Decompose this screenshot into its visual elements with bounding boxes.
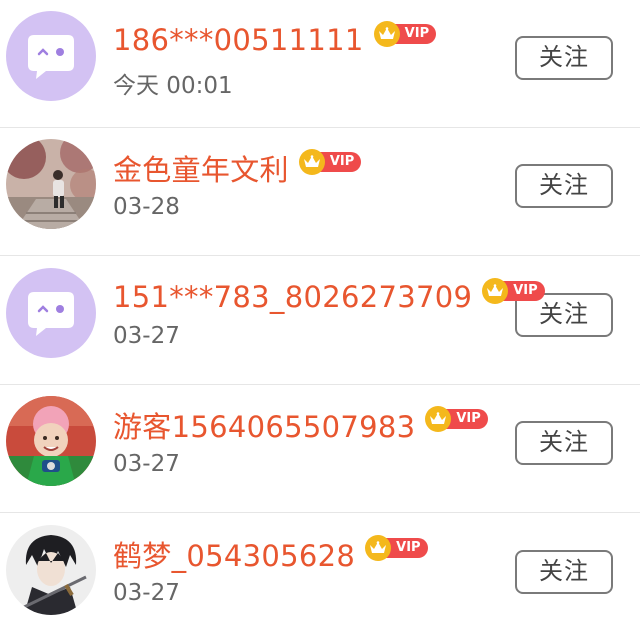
default-avatar-icon[interactable] — [6, 268, 96, 358]
photo-avatar-icon[interactable] — [6, 139, 96, 229]
follow-button[interactable]: 关注 — [515, 164, 613, 208]
follow-date: 03-28 — [113, 194, 180, 220]
user-name[interactable]: 186***00511111 — [113, 23, 364, 57]
user-name-line: 186***00511111 VIP — [113, 20, 437, 60]
follow-date: 今天 00:01 — [113, 73, 233, 99]
crown-icon — [365, 535, 392, 561]
follow-date: 03-27 — [113, 580, 180, 606]
vip-badge: VIP — [365, 535, 428, 561]
follow-button[interactable]: 关注 — [515, 36, 613, 80]
follow-date: 03-27 — [113, 323, 180, 349]
vip-label: VIP — [393, 24, 437, 44]
illustrated-avatar-icon[interactable] — [6, 525, 96, 615]
list-item[interactable]: 鹤梦_054305628 VIP 03-27 关注 — [0, 514, 640, 642]
user-name[interactable]: 金色童年文利 — [113, 147, 289, 189]
vip-badge: VIP — [425, 406, 488, 432]
list-item[interactable]: 金色童年文利 VIP 03-28 关注 — [0, 128, 640, 256]
follow-date: 03-27 — [113, 451, 180, 477]
crown-icon — [373, 21, 400, 47]
user-name[interactable]: 游客1564065507983 — [113, 404, 415, 446]
vip-label: VIP — [318, 152, 362, 172]
user-name-line: 游客1564065507983 VIP — [113, 405, 488, 445]
vip-label: VIP — [445, 409, 488, 429]
list-item[interactable]: 151***783_8026273709 VIP 03-27 关注 — [0, 257, 640, 385]
user-name[interactable]: 鹤梦_054305628 — [113, 533, 355, 575]
list-item[interactable]: 186***00511111 VIP 今天 00:01 关注 — [0, 0, 640, 128]
list-item[interactable]: 游客1564065507983 VIP 03-27 关注 — [0, 385, 640, 513]
follower-list: 186***00511111 VIP 今天 00:01 关注 金色童年文利 VI… — [0, 0, 640, 635]
user-name-line: 151***783_8026273709 VIP — [113, 277, 545, 317]
vip-label: VIP — [502, 281, 545, 301]
follow-button[interactable]: 关注 — [515, 421, 613, 465]
user-name-line: 鹤梦_054305628 VIP — [113, 534, 428, 574]
vip-badge: VIP — [298, 149, 362, 175]
default-avatar-icon[interactable] — [6, 11, 96, 101]
vip-badge: VIP — [373, 21, 437, 47]
crown-icon — [298, 149, 325, 175]
user-name-line: 金色童年文利 VIP — [113, 147, 362, 189]
follow-button[interactable]: 关注 — [515, 550, 613, 594]
photo-avatar-icon[interactable] — [6, 396, 96, 486]
user-name[interactable]: 151***783_8026273709 — [113, 280, 472, 314]
vip-label: VIP — [385, 538, 428, 558]
vip-badge: VIP — [482, 278, 545, 304]
